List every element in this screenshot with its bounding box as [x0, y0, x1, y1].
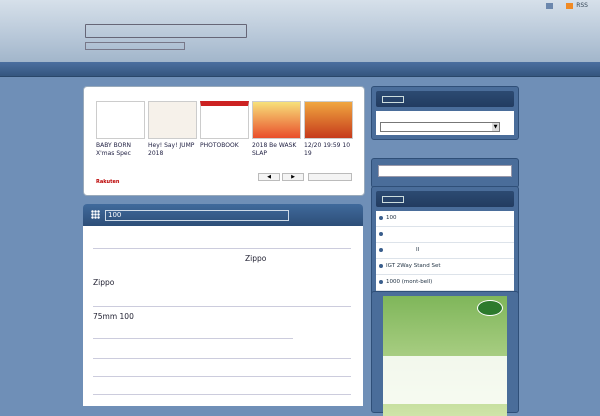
nav-bar: [0, 62, 600, 77]
bullet-icon: [379, 232, 383, 236]
category-item[interactable]: [376, 227, 514, 243]
home-icon: [546, 2, 554, 9]
category-item[interactable]: IGT 2Way Stand Set: [376, 259, 514, 275]
post-text: Zippo: [245, 254, 267, 263]
widget-title: [382, 196, 404, 203]
banner-strip: [383, 356, 507, 404]
archive-widget: ▼: [371, 86, 519, 140]
search-widget: [371, 158, 519, 188]
ad-item[interactable]: 2018 Be WASK SLAP: [252, 101, 301, 161]
bullet-icon: [379, 264, 383, 268]
bullet-icon: [379, 248, 383, 252]
ad-item[interactable]: Hey! Say! JUMP 2018: [148, 101, 197, 161]
widget-header: [376, 91, 514, 107]
ad-caption[interactable]: PHOTOBOOK: [200, 142, 249, 158]
post-title[interactable]: 100: [105, 210, 289, 221]
ad-image[interactable]: [148, 101, 197, 139]
chevron-down-icon: ▼: [492, 123, 499, 131]
site-description: [85, 42, 185, 50]
ad-caption[interactable]: Hey! Say! JUMP 2018: [148, 142, 197, 158]
ad-item[interactable]: PHOTOBOOK: [200, 101, 249, 161]
post-text: Zippo: [93, 278, 115, 287]
category-item[interactable]: II: [376, 243, 514, 259]
category-label[interactable]: 100: [386, 215, 397, 221]
ad-caption[interactable]: 12/20 19:59 10 19: [304, 142, 353, 158]
grid-icon: [91, 210, 100, 219]
category-list: 100 II IGT 2Way Stand Set 1000 (mont-bel…: [376, 211, 514, 291]
text-line: [93, 368, 351, 377]
main-column: BABY BORN X'mas Spec Hey! Say! JUMP 2018…: [83, 86, 365, 406]
text-line: [93, 298, 351, 307]
top-links: RSS: [546, 2, 588, 9]
ad-item[interactable]: BABY BORN X'mas Spec: [96, 101, 145, 161]
archive-label: [380, 114, 510, 120]
text-line: [93, 330, 293, 339]
text-line: Zippo: [93, 278, 351, 287]
post-text: 75mm 100: [93, 312, 134, 321]
home-link[interactable]: [546, 2, 556, 9]
ad-image[interactable]: [304, 101, 353, 139]
ad-next-button[interactable]: ▶: [282, 173, 304, 181]
widget-header: [376, 191, 514, 207]
ad-image[interactable]: [200, 101, 249, 139]
site-header: RSS: [0, 0, 600, 62]
ad-image[interactable]: [252, 101, 301, 139]
text-line: [93, 240, 351, 249]
category-label[interactable]: II: [416, 247, 419, 253]
widget-title: [382, 96, 404, 103]
ad-image[interactable]: [96, 101, 145, 139]
category-label[interactable]: 1000 (mont-bell): [386, 279, 432, 285]
bullet-icon: [379, 280, 383, 284]
post-body: Zippo Zippo 75mm 100: [83, 226, 363, 406]
category-item[interactable]: 100: [376, 211, 514, 227]
ad-item[interactable]: 12/20 19:59 10 19: [304, 101, 353, 161]
category-item[interactable]: 1000 (mont-bell): [376, 275, 514, 291]
archive-select[interactable]: ▼: [380, 122, 500, 132]
banner-widget: [371, 291, 519, 416]
bullet-icon: [379, 216, 383, 220]
ad-widget: BABY BORN X'mas Spec Hey! Say! JUMP 2018…: [83, 86, 365, 196]
ad-caption[interactable]: 2018 Be WASK SLAP: [252, 142, 301, 158]
rakuten-logo: Rakuten: [96, 179, 120, 185]
camping-banner[interactable]: [383, 296, 507, 416]
ad-caption[interactable]: BABY BORN X'mas Spec: [96, 142, 145, 158]
rss-icon: [566, 2, 574, 9]
text-line: [93, 386, 351, 395]
search-input[interactable]: [378, 165, 512, 177]
text-line: [93, 350, 351, 359]
text-line: Zippo: [93, 254, 283, 263]
banner-badge: [477, 300, 503, 316]
widget-body: ▼: [376, 111, 514, 135]
ad-prev-button[interactable]: ◀: [258, 173, 280, 181]
post-header: 100: [83, 204, 363, 226]
category-label[interactable]: IGT 2Way Stand Set: [386, 263, 441, 269]
ad-link[interactable]: [308, 173, 352, 181]
site-title[interactable]: [85, 24, 247, 38]
text-line: 75mm 100: [93, 312, 351, 321]
rss-link[interactable]: RSS: [566, 2, 588, 9]
